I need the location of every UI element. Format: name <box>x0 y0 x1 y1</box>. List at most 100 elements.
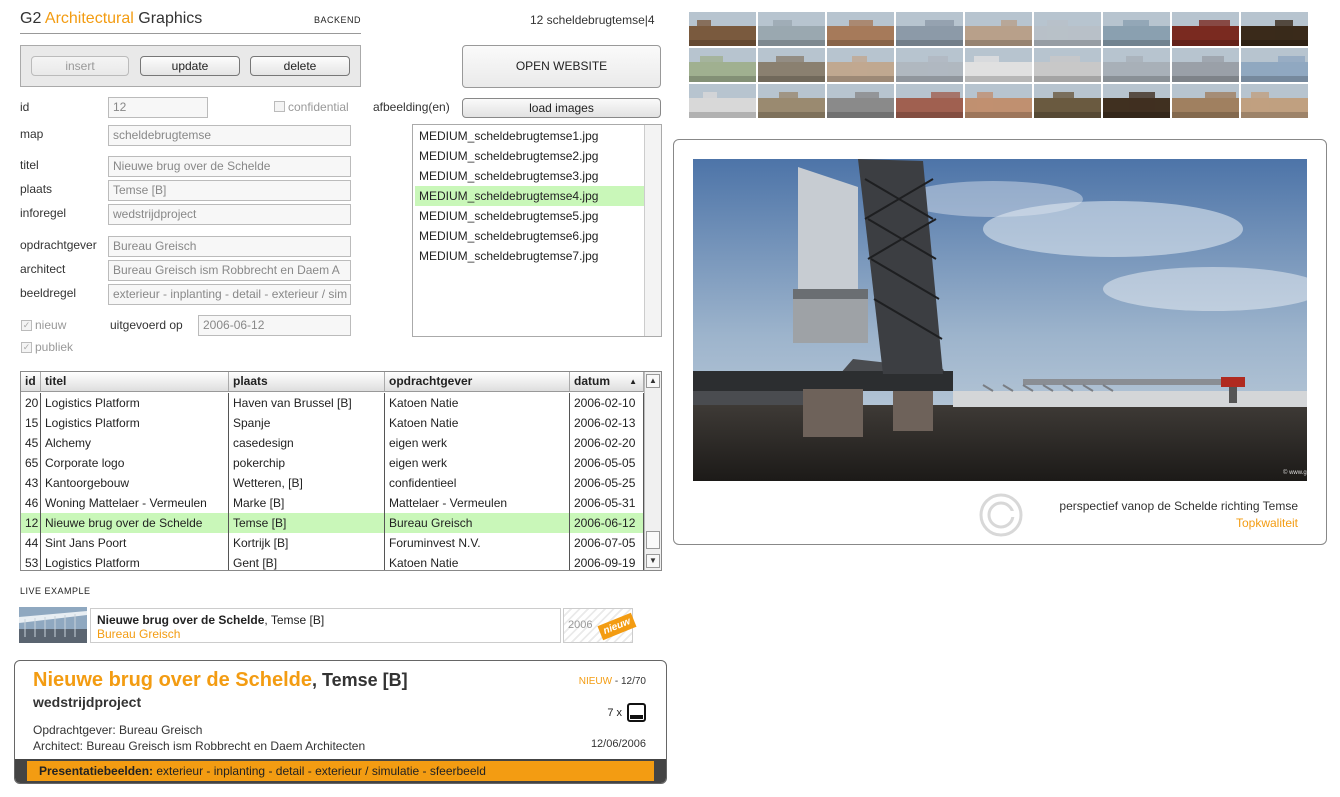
scroll-down-icon[interactable]: ▼ <box>646 554 660 568</box>
live-example-thumbnail[interactable] <box>19 607 87 643</box>
project-thumbnail[interactable] <box>1034 84 1101 118</box>
inforegel-field[interactable]: wedstrijdproject <box>108 204 351 225</box>
project-thumbnail[interactable] <box>1172 48 1239 82</box>
cell-plaats: Gent [B] <box>229 553 385 570</box>
cell-id: 43 <box>21 473 41 493</box>
column-header-plaats[interactable]: plaats <box>229 372 385 392</box>
column-header-opdrachtgever[interactable]: opdrachtgever <box>385 372 570 392</box>
table-row[interactable]: 12 Nieuwe brug over de Schelde Temse [B] Bu… <box>21 513 644 533</box>
column-header-datum[interactable]: datum ▲ <box>570 372 644 392</box>
image-file-item[interactable]: MEDIUM_scheldebrugtemse5.jpg <box>415 206 645 226</box>
bridge-render-image[interactable]: © www.g-2.be <box>693 159 1307 481</box>
project-thumbnail[interactable] <box>758 84 825 118</box>
project-thumbnail[interactable] <box>689 12 756 46</box>
cell-plaats: casedesign <box>229 433 385 453</box>
card-title[interactable]: Nieuwe brug over de Schelde <box>33 669 312 691</box>
delete-button[interactable]: delete <box>250 56 350 76</box>
uitgevoerd-field[interactable]: 2006-06-12 <box>198 315 351 336</box>
cell-opdrachtgever: confidentieel <box>385 473 570 493</box>
project-thumbnail[interactable] <box>1103 84 1170 118</box>
open-website-button[interactable]: OPEN WEBSITE <box>462 45 661 88</box>
project-thumbnail[interactable] <box>1103 12 1170 46</box>
grid-scrollbar[interactable]: ▲ ▼ <box>644 372 661 570</box>
confidential-checkbox[interactable] <box>274 101 285 112</box>
project-thumbnail[interactable] <box>1034 12 1101 46</box>
project-thumbnail[interactable] <box>896 84 963 118</box>
project-thumbnail[interactable] <box>1241 84 1308 118</box>
nieuw-checkbox[interactable]: ✓ <box>21 320 32 331</box>
project-thumbnail[interactable] <box>1034 48 1101 82</box>
image-file-item[interactable]: MEDIUM_scheldebrugtemse3.jpg <box>415 166 645 186</box>
update-button[interactable]: update <box>140 56 240 76</box>
project-thumbnail[interactable] <box>1241 48 1308 82</box>
table-row[interactable]: 20 Logistics Platform Haven van Brussel [B… <box>21 393 644 413</box>
table-row[interactable]: 45 Alchemy casedesign eigen werk 2006-02-20 <box>21 433 644 453</box>
projects-grid[interactable]: id titel plaats opdrachtgever datum ▲ 20 L… <box>20 371 662 571</box>
beeldregel-field[interactable]: exterieur - inplanting - detail - exteri… <box>108 284 351 305</box>
project-thumbnail[interactable] <box>896 12 963 46</box>
image-file-item[interactable]: MEDIUM_scheldebrugtemse6.jpg <box>415 226 645 246</box>
project-thumbnail[interactable] <box>827 12 894 46</box>
image-file-item-selected[interactable]: MEDIUM_scheldebrugtemse4.jpg <box>415 186 645 206</box>
project-thumbnail[interactable] <box>965 84 1032 118</box>
cell-id: 44 <box>21 533 41 553</box>
publiek-checkbox[interactable]: ✓ <box>21 342 32 353</box>
project-thumbnail[interactable] <box>1172 84 1239 118</box>
project-thumbnail[interactable] <box>827 84 894 118</box>
project-thumbnail[interactable] <box>965 12 1032 46</box>
project-thumbnail[interactable] <box>1103 48 1170 82</box>
image-file-item[interactable]: MEDIUM_scheldebrugtemse2.jpg <box>415 146 645 166</box>
cell-opdrachtgever: Foruminvest N.V. <box>385 533 570 553</box>
table-row[interactable]: 53 Logistics Platform Gent [B] Katoen Natie… <box>21 553 644 570</box>
project-thumbnail[interactable] <box>758 12 825 46</box>
opdrachtgever-field[interactable]: Bureau Greisch <box>108 236 351 257</box>
project-thumbnail[interactable] <box>965 48 1032 82</box>
project-thumbnail[interactable] <box>1241 12 1308 46</box>
table-row[interactable]: 65 Corporate logo pokerchip eigen werk 2006-… <box>21 453 644 473</box>
project-thumbnail[interactable] <box>827 48 894 82</box>
cell-opdrachtgever: eigen werk <box>385 453 570 473</box>
image-file-item[interactable]: MEDIUM_scheldebrugtemse1.jpg <box>415 126 645 146</box>
cell-opdrachtgever: Katoen Natie <box>385 413 570 433</box>
cell-titel: Sint Jans Poort <box>41 533 229 553</box>
scrollbar-thumb[interactable] <box>646 531 660 549</box>
image-file-item[interactable]: MEDIUM_scheldebrugtemse7.jpg <box>415 246 645 266</box>
id-field[interactable]: 12 <box>108 97 208 118</box>
titel-field[interactable]: Nieuwe brug over de Schelde <box>108 156 351 177</box>
insert-button[interactable]: insert <box>31 56 129 76</box>
load-images-button[interactable]: load images <box>462 98 661 118</box>
table-row[interactable]: 44 Sint Jans Poort Kortrijk [B] Foruminvest… <box>21 533 644 553</box>
cell-id: 53 <box>21 553 41 570</box>
presentation-images-label: Presentatiebeelden: <box>39 764 154 778</box>
project-thumbnail[interactable] <box>689 84 756 118</box>
scroll-up-icon[interactable]: ▲ <box>646 374 660 388</box>
file-list-scrollbar[interactable] <box>644 125 661 336</box>
uitgevoerd-label: uitgevoerd op <box>110 318 183 332</box>
table-row[interactable]: 46 Woning Mattelaer - Vermeulen Marke [B] M… <box>21 493 644 513</box>
sort-ascending-icon: ▲ <box>629 377 637 386</box>
preview-quality[interactable]: Topkwaliteit <box>1236 516 1298 530</box>
image-file-list[interactable]: MEDIUM_scheldebrugtemse1.jpg MEDIUM_sche… <box>412 124 662 337</box>
column-header-id[interactable]: id <box>21 372 41 392</box>
cell-opdrachtgever: Katoen Natie <box>385 553 570 570</box>
project-thumbnail[interactable] <box>896 48 963 82</box>
project-thumbnail[interactable] <box>758 48 825 82</box>
plaats-field[interactable]: Temse [B] <box>108 180 351 201</box>
column-header-titel[interactable]: titel <box>41 372 229 392</box>
live-example-box[interactable]: Nieuwe brug over de Schelde, Temse [B] B… <box>90 608 561 643</box>
table-row[interactable]: 15 Logistics Platform Spanje Katoen Natie 20… <box>21 413 644 433</box>
cell-titel: Kantoorgebouw <box>41 473 229 493</box>
image-gallery-icon[interactable] <box>627 703 646 722</box>
brand-title: G2 Architectural Graphics <box>20 10 202 28</box>
live-example-line: Nieuwe brug over de Schelde, Temse [B] <box>97 613 324 627</box>
table-row[interactable]: 43 Kantoorgebouw Wetteren, [B] confidentiee… <box>21 473 644 493</box>
card-image-count[interactable]: 7 x <box>607 703 646 722</box>
card-opdrachtgever: Opdrachtgever: Bureau Greisch <box>33 723 203 737</box>
project-thumbnail[interactable] <box>1172 12 1239 46</box>
cell-id: 46 <box>21 493 41 513</box>
map-field[interactable]: scheldebrugtemse <box>108 125 351 146</box>
cell-plaats: Spanje <box>229 413 385 433</box>
architect-field[interactable]: Bureau Greisch ism Robbrecht en Daem A <box>108 260 351 281</box>
g2-logo-icon <box>979 493 1023 537</box>
project-thumbnail[interactable] <box>689 48 756 82</box>
